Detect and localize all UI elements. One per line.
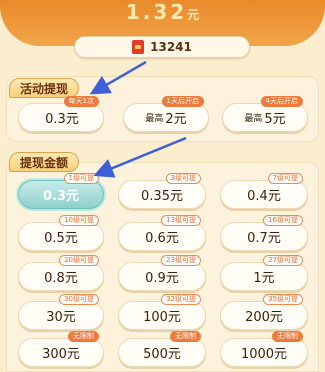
- option-amount: 0.5元: [44, 231, 78, 246]
- option-tag: 7级可提: [267, 173, 303, 184]
- option-tag: 32级可提: [161, 294, 201, 305]
- option-tag: 35级可提: [263, 294, 303, 305]
- balance-display: 1.32元: [0, 0, 325, 28]
- activity-option-1[interactable]: 0.3元 每天1次: [18, 96, 104, 132]
- option-amount: 0.4元: [247, 189, 281, 204]
- option-tag: 无限制: [170, 331, 201, 342]
- option-amount: 30元: [46, 310, 76, 325]
- option-tag: 20级可提: [59, 255, 99, 266]
- option-amount: 0.8元: [44, 271, 78, 286]
- option-tag: 1级可提: [63, 173, 99, 184]
- option-amount: 2元: [165, 112, 187, 127]
- amount-option[interactable]: 1元 27级可提: [220, 255, 308, 291]
- amount-option[interactable]: 500元 无限制: [118, 331, 206, 367]
- option-prefix: 最高: [145, 114, 164, 124]
- option-tag: 1天后开启: [161, 96, 204, 107]
- option-amount: 5元: [264, 112, 286, 127]
- option-amount: 0.3元: [42, 189, 80, 204]
- activity-option-2[interactable]: 最高 2元 1天后开启: [123, 96, 209, 132]
- option-amount: 500元: [143, 347, 181, 362]
- option-amount: 1元: [253, 271, 275, 286]
- option-amount: 0.7元: [247, 231, 281, 246]
- option-tag: 4天后开启: [260, 96, 303, 107]
- option-prefix: 最高: [244, 114, 263, 124]
- option-amount: 0.9元: [145, 271, 179, 286]
- option-amount: 0.35元: [141, 189, 183, 204]
- activity-option-3[interactable]: 最高 5元 4天后开启: [222, 96, 308, 132]
- option-tag: 27级可提: [263, 255, 303, 266]
- red-envelope-icon: [132, 40, 145, 54]
- amount-option[interactable]: 30元 30级可提: [18, 294, 104, 330]
- option-tag: 10级可提: [59, 215, 99, 226]
- option-tag: 无限制: [272, 331, 303, 342]
- option-tag: 每天1次: [63, 96, 99, 107]
- amount-option[interactable]: 300元 无限制: [18, 331, 104, 367]
- amount-option[interactable]: 200元 35级可提: [220, 294, 308, 330]
- section-title-amounts: 提现金额: [9, 152, 79, 172]
- amount-option[interactable]: 0.35元 3级可提: [118, 173, 206, 209]
- amount-option[interactable]: 0.8元 20级可提: [18, 255, 104, 291]
- balance-amount: 1.32: [125, 0, 188, 24]
- amount-option[interactable]: 0.9元 23级可提: [118, 255, 206, 291]
- option-tag: 23级可提: [161, 255, 201, 266]
- option-tag: 30级可提: [59, 294, 99, 305]
- coin-balance-pill: 13241: [74, 36, 250, 58]
- option-amount: 0.3元: [45, 112, 79, 127]
- option-amount: 1000元: [240, 347, 288, 362]
- amount-option[interactable]: 0.7元 16级可提: [220, 215, 308, 251]
- option-tag: 3级可提: [165, 173, 201, 184]
- option-amount: 100元: [143, 310, 181, 325]
- option-amount: 300元: [42, 347, 80, 362]
- option-tag: 13级可提: [161, 215, 201, 226]
- amount-option-selected[interactable]: 0.3元 1级可提: [18, 173, 104, 209]
- section-title-activity: 活动提现: [9, 78, 79, 98]
- amount-option[interactable]: 0.4元 7级可提: [220, 173, 308, 209]
- balance-unit: 元: [187, 8, 200, 22]
- option-amount: 0.6元: [145, 231, 179, 246]
- option-amount: 200元: [245, 310, 283, 325]
- amount-option[interactable]: 0.6元 13级可提: [118, 215, 206, 251]
- coin-count: 13241: [150, 40, 192, 54]
- option-tag: 无限制: [68, 331, 99, 342]
- amount-option[interactable]: 100元 32级可提: [118, 294, 206, 330]
- amount-option[interactable]: 0.5元 10级可提: [18, 215, 104, 251]
- amount-option[interactable]: 1000元 无限制: [220, 331, 308, 367]
- option-tag: 16级可提: [263, 215, 303, 226]
